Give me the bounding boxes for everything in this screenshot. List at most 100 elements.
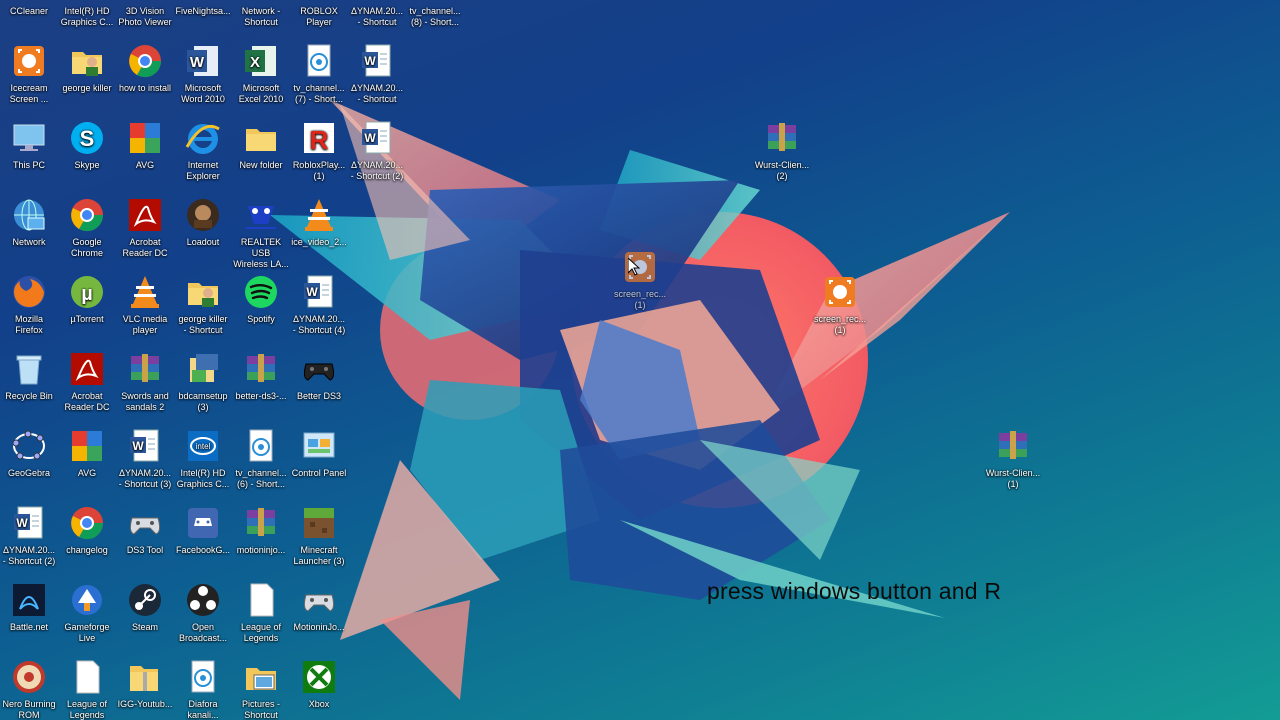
- desktop-icon-dynam-4[interactable]: W ΔYNAM.20... - Shortcut (4): [290, 273, 348, 336]
- loadout-icon: [184, 196, 222, 234]
- desktop-icon-obs[interactable]: Open Broadcast...: [174, 581, 232, 644]
- desktop-icon-label: Steam: [131, 622, 158, 632]
- desktop-icon-label: ice_video_2...: [291, 237, 347, 247]
- desktop-icon-control-panel[interactable]: Control Panel: [290, 427, 348, 479]
- desktop-icon-ice-video[interactable]: ice_video_2...: [290, 196, 348, 248]
- desktop-icon-this-pc[interactable]: This PC: [0, 119, 58, 171]
- desktop-icon-steam[interactable]: Steam: [116, 581, 174, 633]
- desktop-icon-tv-channel-8[interactable]: tv_channel... (8) - Short...: [406, 0, 464, 28]
- desktop-icon-google-chrome[interactable]: Google Chrome: [58, 196, 116, 259]
- media-icon: [184, 658, 222, 696]
- desktop-icon-tv-channel-6[interactable]: tv_channel... (6) - Short...: [232, 427, 290, 490]
- desktop-icon-vlc[interactable]: VLC media player: [116, 273, 174, 336]
- desktop-icon-league-1[interactable]: League of Legends: [232, 581, 290, 644]
- desktop-icon-label: tv_channel... (7) - Short...: [293, 83, 345, 104]
- desktop-icon-label: george killer: [62, 83, 112, 93]
- desktop-icon-ds3-tool[interactable]: DS3 Tool: [116, 504, 174, 556]
- desktop-icon-network-shortcut[interactable]: Network - Shortcut: [232, 0, 290, 28]
- icecream-icon: [10, 42, 48, 80]
- desktop-icon-label: League of Legends: [240, 622, 282, 643]
- winrar-icon: [763, 119, 801, 157]
- desktop-icon-minecraft[interactable]: Minecraft Launcher (3): [290, 504, 348, 567]
- desktop-icon-dynam-top[interactable]: W ΔYNAM.20... - Shortcut: [348, 0, 406, 28]
- desktop-icon-label: AVG: [135, 160, 155, 170]
- desktop-icon-label: GeoGebra: [7, 468, 51, 478]
- desktop-icon-label: Wurst-Clien... (2): [754, 160, 810, 181]
- desktop-icon-george-killer-sc[interactable]: george killer - Shortcut: [174, 273, 232, 336]
- desktop-icon-dynam-2[interactable]: W ΔYNAM.20... - Shortcut (2): [348, 119, 406, 182]
- desktop-icon-label: AVG: [77, 468, 97, 478]
- desktop-icon-3d-vision[interactable]: 3D Vision Photo Viewer: [116, 0, 174, 28]
- desktop-icon-diafora[interactable]: Diafora kanali...: [174, 658, 232, 720]
- desktop-icon-loadout[interactable]: Loadout: [174, 196, 232, 248]
- desktop-icon-george-killer[interactable]: george killer: [58, 42, 116, 94]
- desktop-icon-acrobat-2[interactable]: Acrobat Reader DC: [58, 350, 116, 413]
- desktop-icon-nero[interactable]: Nero Burning ROM: [0, 658, 58, 720]
- desktop-icon-motioninjoy[interactable]: MotioninJo...: [290, 581, 348, 633]
- desktop-icon-pictures[interactable]: Pictures - Shortcut: [232, 658, 290, 720]
- desktop-icon-geogebra[interactable]: GeoGebra: [0, 427, 58, 479]
- desktop-icon-new-folder[interactable]: New folder: [232, 119, 290, 171]
- desktop-icon-label: Battle.net: [9, 622, 49, 632]
- desktop-icon-label: tv_channel... (8) - Short...: [409, 6, 461, 27]
- svg-text:W: W: [364, 54, 376, 68]
- desktop-icon-fivenights[interactable]: FiveNightsa...: [174, 0, 232, 17]
- desktop-icon-wurst-1[interactable]: Wurst-Clien... (1): [984, 427, 1042, 490]
- desktop-icon-roblox-play[interactable]: R RobloxPlay... (1): [290, 119, 348, 182]
- utorrent-icon: µ: [68, 273, 106, 311]
- desktop-icon-word-2010[interactable]: W Microsoft Word 2010: [174, 42, 232, 105]
- desktop-icon-avg-2[interactable]: AVG: [58, 427, 116, 479]
- desktop-icon-label: 3D Vision Photo Viewer: [118, 6, 172, 27]
- desktop-icon-screen-rec-1[interactable]: screen_rec... (1): [811, 273, 869, 336]
- desktop-icon-label: Acrobat Reader DC: [122, 237, 168, 258]
- desktop-icon-label: FacebookG...: [175, 545, 231, 555]
- desktop-icon-tv-channel-7[interactable]: tv_channel... (7) - Short...: [290, 42, 348, 105]
- desktop-icon-roblox-player[interactable]: R ROBLOX Player: [290, 0, 348, 28]
- desktop-icon-wurst-2[interactable]: Wurst-Clien... (2): [753, 119, 811, 182]
- desktop-icon-intel-hd[interactable]: intel Intel(R) HD Graphics C...: [174, 427, 232, 490]
- desktop-icon-changelog[interactable]: changelog: [58, 504, 116, 556]
- desktop-icon-spotify[interactable]: Spotify: [232, 273, 290, 325]
- desktop-icon-league-2[interactable]: League of Legends: [58, 658, 116, 720]
- desktop-icon-recycle-bin[interactable]: Recycle Bin: [0, 350, 58, 402]
- desktop-icon-dynam-2b[interactable]: W ΔYNAM.20... - Shortcut (2): [0, 504, 58, 567]
- desktop-icon-label: IGG-Youtub...: [117, 699, 173, 709]
- desktop-icon-ie[interactable]: Internet Explorer: [174, 119, 232, 182]
- desktop[interactable]: CCCleanerintelIntel(R) HD Graphics C...3…: [0, 0, 1280, 720]
- ccleaner-icon: C: [10, 0, 48, 3]
- desktop-icon-dynam-1[interactable]: W ΔYNAM.20... - Shortcut: [348, 42, 406, 105]
- desktop-icon-battle-net[interactable]: Battle.net: [0, 581, 58, 633]
- desktop-icon-icecream[interactable]: Icecream Screen ...: [0, 42, 58, 105]
- desktop-icon-how-to-install[interactable]: how to install: [116, 42, 174, 94]
- desktop-icon-ccleaner[interactable]: C CCleaner: [0, 0, 58, 17]
- desktop-icon-screen-rec-drag[interactable]: screen_rec... (1): [611, 248, 669, 311]
- desktop-icon-label: Wurst-Clien... (1): [985, 468, 1041, 489]
- desktop-icon-intel-hd-top[interactable]: intel Intel(R) HD Graphics C...: [58, 0, 116, 28]
- desktop-icon-label: ΔYNAM.20... - Shortcut (2): [2, 545, 56, 566]
- desktop-icon-acrobat-1[interactable]: Acrobat Reader DC: [116, 196, 174, 259]
- desktop-icon-swords[interactable]: Swords and sandals 2: [116, 350, 174, 413]
- desktop-icon-realtek[interactable]: REALTEK USB Wireless LA...: [232, 196, 290, 270]
- network-icon: [242, 0, 280, 3]
- realtek-icon: [242, 196, 280, 234]
- desktop-icon-better-ds3-zip[interactable]: better-ds3-...: [232, 350, 290, 402]
- desktop-icon-avg-1[interactable]: AVG: [116, 119, 174, 171]
- desktop-icon-dynam-3[interactable]: W ΔYNAM.20... - Shortcut (3): [116, 427, 174, 490]
- desktop-icon-firefox[interactable]: Mozilla Firefox: [0, 273, 58, 336]
- firefox-icon: [10, 273, 48, 311]
- desktop-icon-igg-youtube[interactable]: IGG-Youtub...: [116, 658, 174, 710]
- desktop-icon-excel-2010[interactable]: X Microsoft Excel 2010: [232, 42, 290, 105]
- word-icon: W: [358, 119, 396, 157]
- desktop-icon-motioninjoy-zip[interactable]: motioninjo...: [232, 504, 290, 556]
- winrar-icon: [126, 350, 164, 388]
- desktop-icon-skype[interactable]: S Skype: [58, 119, 116, 171]
- desktop-icon-xbox[interactable]: Xbox: [290, 658, 348, 710]
- desktop-icon-network[interactable]: Network: [0, 196, 58, 248]
- desktop-icon-label: Nero Burning ROM: [2, 699, 56, 720]
- desktop-icon-utorrent[interactable]: µ µTorrent: [58, 273, 116, 325]
- desktop-icon-better-ds3[interactable]: Better DS3: [290, 350, 348, 402]
- intel-icon: intel: [68, 0, 106, 3]
- desktop-icon-gameforge[interactable]: Gameforge Live: [58, 581, 116, 644]
- desktop-icon-bdcamsetup[interactable]: bdcamsetup (3): [174, 350, 232, 413]
- desktop-icon-facebook-gameroom[interactable]: FacebookG...: [174, 504, 232, 556]
